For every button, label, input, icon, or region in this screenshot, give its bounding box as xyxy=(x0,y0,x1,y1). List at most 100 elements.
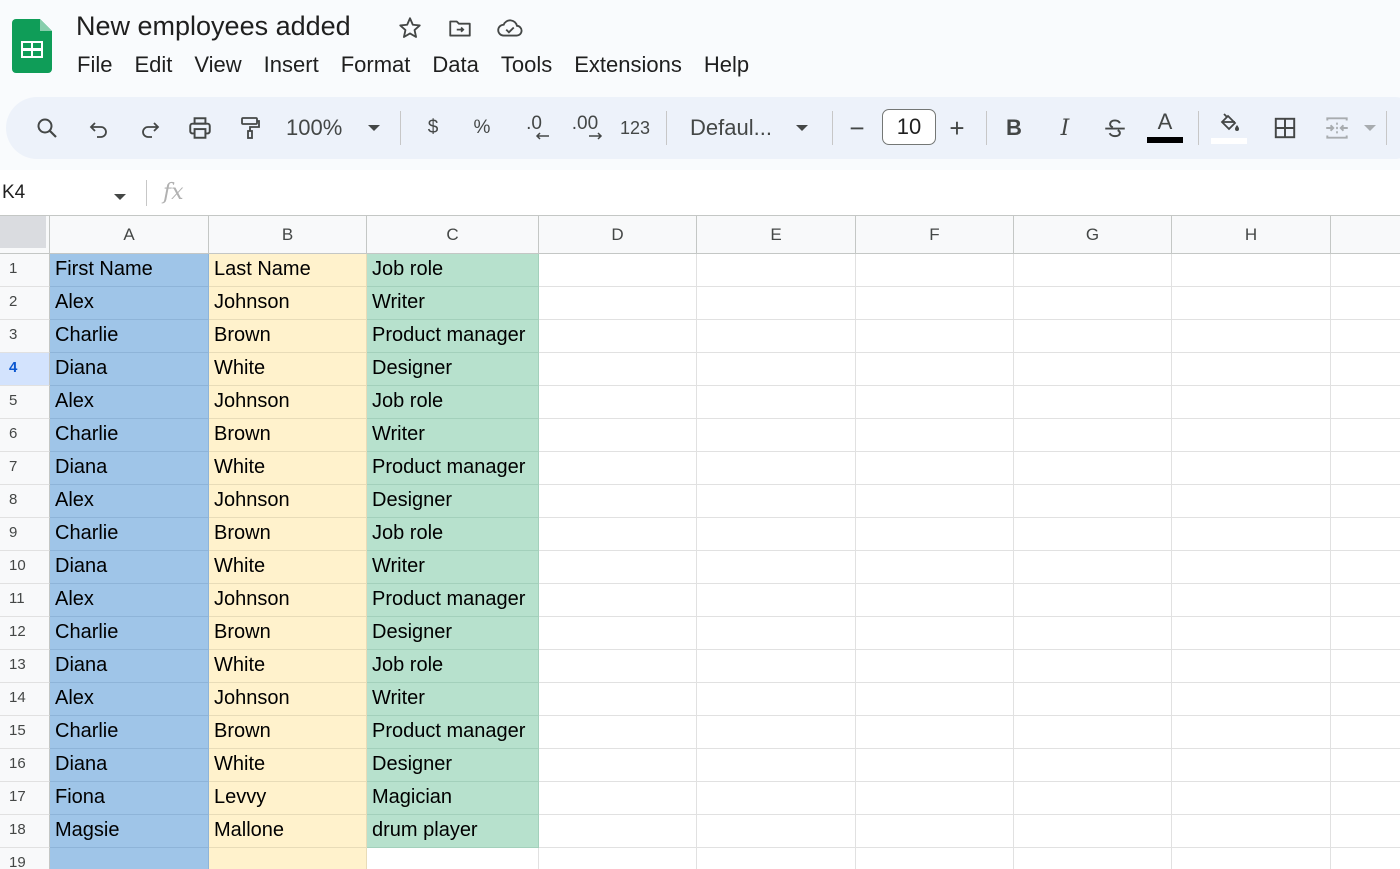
cell[interactable] xyxy=(1331,815,1400,848)
cell[interactable] xyxy=(697,518,856,551)
cell[interactable]: Designer xyxy=(367,353,539,386)
zoom-select[interactable]: 100% xyxy=(286,97,350,159)
cell[interactable] xyxy=(1331,518,1400,551)
cell[interactable] xyxy=(1014,254,1172,287)
cell[interactable]: Diana xyxy=(50,353,209,386)
row-header[interactable]: 9 xyxy=(0,518,50,551)
cell[interactable] xyxy=(1331,452,1400,485)
paint-format-icon[interactable] xyxy=(233,97,267,159)
cell[interactable]: Job role xyxy=(367,386,539,419)
column-header-e[interactable]: E xyxy=(697,216,856,254)
cell[interactable]: Brown xyxy=(209,419,367,452)
move-to-folder-icon[interactable] xyxy=(446,14,474,42)
cell[interactable] xyxy=(1172,749,1331,782)
cell[interactable] xyxy=(856,650,1014,683)
cell[interactable] xyxy=(539,386,697,419)
cell[interactable] xyxy=(1014,419,1172,452)
column-header-d[interactable]: D xyxy=(539,216,697,254)
row-header[interactable]: 15 xyxy=(0,716,50,749)
cell[interactable]: Alex xyxy=(50,584,209,617)
cell[interactable] xyxy=(697,584,856,617)
merge-dropdown-icon[interactable] xyxy=(1360,97,1380,159)
cell[interactable]: Product manager xyxy=(367,320,539,353)
row-header[interactable]: 2 xyxy=(0,287,50,320)
column-header-c[interactable]: C xyxy=(367,216,539,254)
cell[interactable] xyxy=(539,683,697,716)
print-icon[interactable] xyxy=(183,97,217,159)
row-header[interactable]: 16 xyxy=(0,749,50,782)
cell[interactable] xyxy=(697,320,856,353)
cell[interactable] xyxy=(856,551,1014,584)
cell[interactable]: Diana xyxy=(50,650,209,683)
italic-button[interactable]: I xyxy=(1050,97,1080,159)
cell[interactable]: Alex xyxy=(50,485,209,518)
cell[interactable] xyxy=(1014,518,1172,551)
cell[interactable]: Mallone xyxy=(209,815,367,848)
cell[interactable] xyxy=(856,485,1014,518)
row-header[interactable]: 1 xyxy=(0,254,50,287)
cell[interactable] xyxy=(1172,518,1331,551)
cell[interactable]: Fiona xyxy=(50,782,209,815)
cell[interactable] xyxy=(697,848,856,869)
search-icon[interactable] xyxy=(30,97,64,159)
cell[interactable] xyxy=(1172,782,1331,815)
cell[interactable]: First Name xyxy=(50,254,209,287)
row-header[interactable]: 17 xyxy=(0,782,50,815)
cell[interactable]: Last Name xyxy=(209,254,367,287)
cell[interactable] xyxy=(539,320,697,353)
cell[interactable] xyxy=(697,452,856,485)
row-header[interactable]: 12 xyxy=(0,617,50,650)
cell[interactable]: Writer xyxy=(367,551,539,584)
cell[interactable] xyxy=(539,353,697,386)
cell[interactable] xyxy=(1331,287,1400,320)
row-header[interactable]: 5 xyxy=(0,386,50,419)
cell[interactable] xyxy=(1014,353,1172,386)
cell[interactable] xyxy=(1172,452,1331,485)
cell[interactable] xyxy=(1172,353,1331,386)
cell[interactable]: Job role xyxy=(367,518,539,551)
cell[interactable]: Brown xyxy=(209,617,367,650)
cell[interactable]: Johnson xyxy=(209,485,367,518)
cell[interactable] xyxy=(1014,287,1172,320)
cell[interactable]: Magsie xyxy=(50,815,209,848)
spreadsheet-grid[interactable]: ABCDEFGH1 First Name Last Name Job role 2 Al… xyxy=(0,215,1400,869)
undo-icon[interactable] xyxy=(82,97,116,159)
cell[interactable]: Charlie xyxy=(50,716,209,749)
increase-font-size-button[interactable]: + xyxy=(942,97,972,159)
cell[interactable] xyxy=(697,749,856,782)
merge-cells-icon[interactable] xyxy=(1320,97,1354,159)
bold-button[interactable]: B xyxy=(999,97,1029,159)
cell[interactable] xyxy=(1172,254,1331,287)
cell[interactable] xyxy=(1331,782,1400,815)
cell[interactable] xyxy=(856,518,1014,551)
menu-extensions[interactable]: Extensions xyxy=(563,48,693,82)
cell[interactable] xyxy=(856,452,1014,485)
cell[interactable] xyxy=(1014,320,1172,353)
menu-help[interactable]: Help xyxy=(693,48,760,82)
name-box-dropdown-icon[interactable] xyxy=(113,189,127,207)
cell[interactable] xyxy=(1331,551,1400,584)
cell[interactable] xyxy=(697,617,856,650)
menu-view[interactable]: View xyxy=(183,48,252,82)
cell[interactable] xyxy=(539,452,697,485)
cell[interactable]: Diana xyxy=(50,551,209,584)
cell[interactable] xyxy=(1172,485,1331,518)
cell[interactable] xyxy=(1172,617,1331,650)
cell[interactable]: Levvy xyxy=(209,782,367,815)
cell[interactable]: White xyxy=(209,353,367,386)
cell[interactable] xyxy=(1172,650,1331,683)
cell[interactable] xyxy=(1014,749,1172,782)
cell[interactable] xyxy=(1172,287,1331,320)
cell[interactable]: Johnson xyxy=(209,683,367,716)
cell[interactable]: Designer xyxy=(367,749,539,782)
menu-file[interactable]: File xyxy=(66,48,123,82)
cell[interactable] xyxy=(539,254,697,287)
cell[interactable] xyxy=(856,716,1014,749)
column-header-h[interactable]: H xyxy=(1172,216,1331,254)
cell[interactable]: White xyxy=(209,551,367,584)
select-all-corner[interactable] xyxy=(0,216,50,254)
cell[interactable]: Diana xyxy=(50,452,209,485)
cell[interactable] xyxy=(539,584,697,617)
menu-format[interactable]: Format xyxy=(330,48,422,82)
cell[interactable] xyxy=(697,419,856,452)
